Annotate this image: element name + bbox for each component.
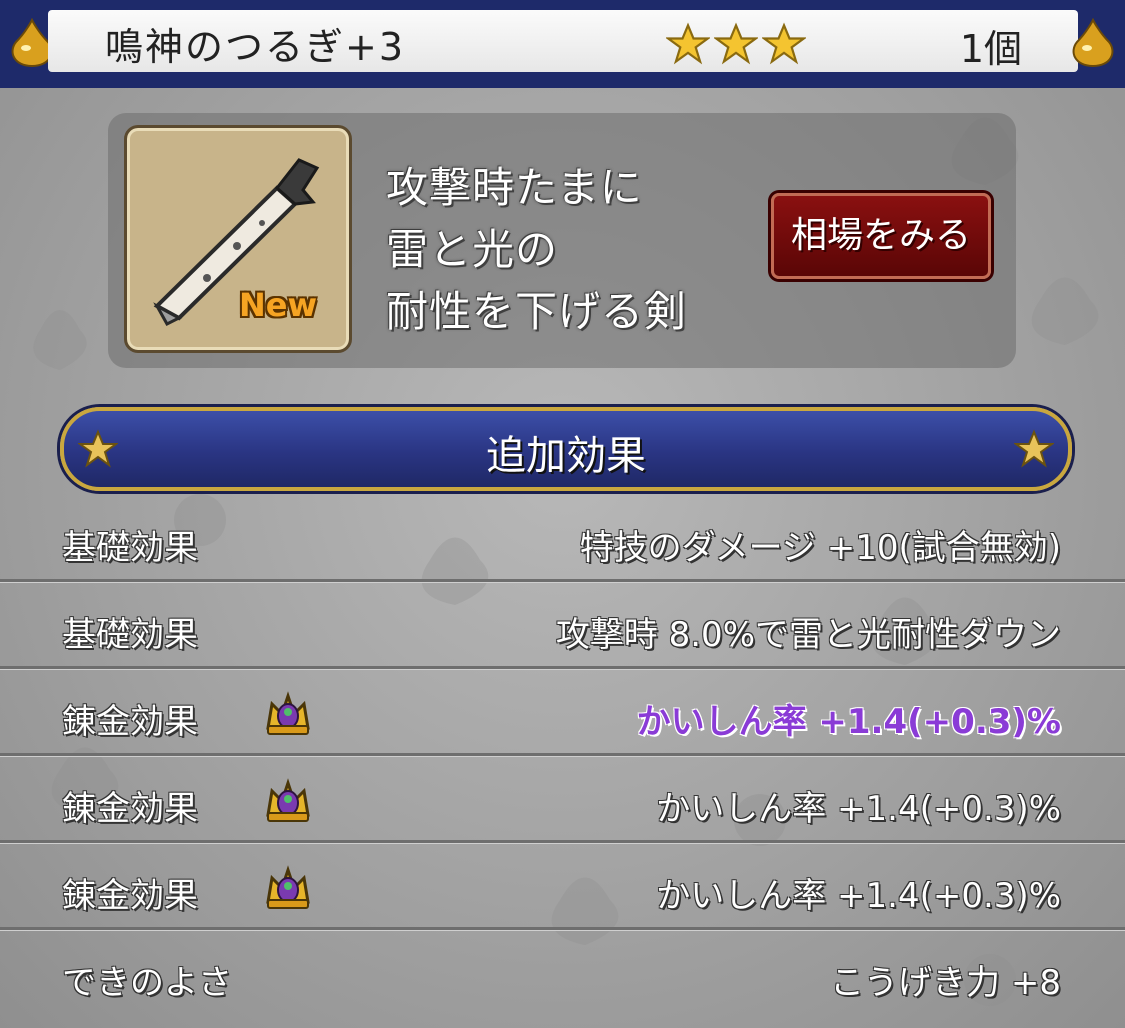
effect-value: かいしん率 +1.4(+0.3)% [656,789,1061,829]
crown-icon [266,778,310,822]
description-line: 雷と光の [386,225,559,274]
effect-row: 基礎効果 攻撃時 8.0%で雷と光耐性ダウン [0,583,1125,669]
item-name: 鳴神のつるぎ+3 [105,25,406,69]
row-divider [0,753,1125,756]
effect-value: こうげき力 +8 [830,963,1061,1003]
item-detail-panel: New 攻撃時たまに 雷と光の 耐性を下げる剣 相場をみる [108,113,1016,368]
effect-row: 錬金効果 かいしん率 +1.4(+0.3)% [0,757,1125,843]
title-panel: 鳴神のつるぎ+3 1個 [48,10,1078,72]
effect-label: 錬金効果 [62,876,198,916]
row-divider [0,666,1125,669]
description-line: 攻撃時たまに [386,163,643,212]
effect-label: 基礎効果 [62,615,198,655]
market-price-button[interactable]: 相場をみる [771,193,991,279]
effect-row: 基礎効果 特技のダメージ +10(試合無効) [0,496,1125,582]
new-badge: New [239,286,318,324]
effect-value: 攻撃時 8.0%で雷と光耐性ダウン [555,615,1061,655]
effect-label: 錬金効果 [62,702,198,742]
star-icon [762,22,806,65]
crown-icon [266,865,310,909]
effect-row: 錬金効果 かいしん率 +1.4(+0.3)% [0,844,1125,930]
effect-value: かいしん率 +1.4(+0.3)% [636,702,1061,742]
effect-label: できのよさ [62,963,232,1003]
effect-value: 特技のダメージ +10(試合無効) [579,528,1061,568]
row-divider [0,927,1125,930]
star-icon [714,22,758,65]
item-title-bar: 鳴神のつるぎ+3 1個 [0,0,1125,88]
star-icon [666,22,710,65]
slime-drop-icon [1072,17,1114,68]
crown-icon [266,691,310,735]
item-thumbnail[interactable]: New [124,125,352,353]
star-icon [1014,429,1054,468]
section-title: 追加効果 [486,433,646,479]
effect-value: かいしん率 +1.4(+0.3)% [656,876,1061,916]
description-line: 耐性を下げる剣 [386,287,688,336]
rarity-stars [666,22,806,66]
effect-label: 錬金効果 [62,789,198,829]
effect-row: 錬金効果 かいしん率 +1.4(+0.3)% [0,670,1125,756]
item-description: 攻撃時たまに 雷と光の 耐性を下げる剣 [386,157,687,343]
row-divider [0,579,1125,582]
row-divider [0,840,1125,843]
additional-effects-header: 追加効果 [60,407,1072,491]
effect-row: できのよさ こうげき力 +8 [0,931,1125,1017]
effect-label: 基礎効果 [62,528,198,568]
item-quantity: 1個 [959,27,1022,71]
